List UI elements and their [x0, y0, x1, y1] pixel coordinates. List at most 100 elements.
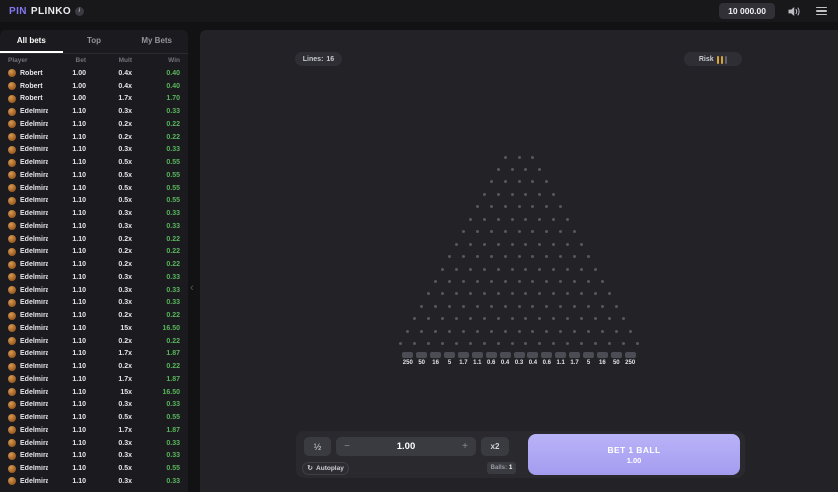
peg: [531, 205, 534, 208]
peg: [518, 255, 521, 258]
menu-icon[interactable]: [814, 5, 829, 18]
tab-top[interactable]: Top: [63, 30, 126, 53]
bucket: [500, 352, 511, 358]
player-avatar: [8, 248, 16, 256]
peg: [552, 317, 555, 320]
col-bet: Bet: [48, 57, 86, 64]
peg: [497, 243, 500, 246]
tab-all-bets[interactable]: All bets: [0, 30, 63, 53]
peg: [518, 305, 521, 308]
peg: [545, 205, 548, 208]
peg: [524, 193, 527, 196]
peg: [441, 342, 444, 345]
bet-amount-input[interactable]: 1.00: [358, 441, 454, 452]
player-avatar: [8, 452, 16, 460]
bet-row: Edelmira1.100.3x0.33: [0, 207, 188, 220]
peg: [608, 342, 611, 345]
peg: [483, 317, 486, 320]
peg: [497, 268, 500, 271]
bet-value: 1.10: [48, 312, 86, 319]
player-name: Edelmira: [20, 299, 48, 306]
peg: [573, 255, 576, 258]
player-avatar: [8, 146, 16, 154]
decrease-bet-button[interactable]: −: [336, 441, 358, 452]
double-bet-button[interactable]: x2: [481, 437, 509, 456]
peg: [455, 243, 458, 246]
bet-value: 1.10: [48, 210, 86, 217]
peg: [504, 255, 507, 258]
player-name: Robert: [20, 95, 43, 102]
bucket: [472, 352, 483, 358]
multiplier-value: 0.5x: [86, 159, 132, 166]
balance: 10 000.00: [719, 3, 775, 19]
bet-row: Edelmira1.100.3x0.33: [0, 437, 188, 450]
peg: [552, 243, 555, 246]
peg: [559, 280, 562, 283]
peg: [448, 255, 451, 258]
player-name: Edelmira: [20, 210, 48, 217]
player-name: Robert: [20, 83, 43, 90]
bet-row: Edelmira1.100.2x0.22: [0, 246, 188, 259]
player-name: Edelmira: [20, 197, 48, 204]
player-name: Edelmira: [20, 248, 48, 255]
bet-button[interactable]: BET 1 BALL 1.00: [528, 434, 740, 475]
multiplier-value: 0.2x: [86, 134, 132, 141]
peg: [636, 342, 639, 345]
win-value: 0.22: [132, 236, 180, 243]
half-bet-button[interactable]: ½: [304, 437, 331, 456]
autoplay-button[interactable]: Autoplay: [302, 462, 349, 475]
bet-row: Robert1.001.7x1.70: [0, 93, 188, 106]
peg: [497, 292, 500, 295]
peg: [594, 342, 597, 345]
bets-tabs: All betsTopMy Bets: [0, 30, 188, 54]
balls-badge[interactable]: Balls: 1: [487, 462, 516, 474]
peg: [524, 317, 527, 320]
peg: [462, 230, 465, 233]
peg: [497, 193, 500, 196]
sound-icon[interactable]: [788, 6, 801, 17]
increase-bet-button[interactable]: +: [454, 441, 476, 452]
tab-my-bets[interactable]: My Bets: [125, 30, 188, 53]
peg: [462, 330, 465, 333]
win-value: 0.22: [132, 134, 180, 141]
bet-value: 1.10: [48, 452, 86, 459]
peg: [490, 330, 493, 333]
peg: [573, 330, 576, 333]
peg: [538, 218, 541, 221]
peg: [524, 268, 527, 271]
peg: [455, 268, 458, 271]
multiplier-value: 0.5x: [86, 185, 132, 192]
balls-label: Balls:: [491, 465, 507, 471]
bucket: [597, 352, 608, 358]
peg: [559, 230, 562, 233]
peg: [573, 230, 576, 233]
bet-value: 1.10: [48, 159, 86, 166]
bucket: [416, 352, 427, 358]
peg: [601, 280, 604, 283]
bet-row: Edelmira1.100.3x0.33: [0, 271, 188, 284]
peg: [497, 317, 500, 320]
bet-row: Edelmira1.101.7x1.87: [0, 373, 188, 386]
bucket: [569, 352, 580, 358]
peg: [573, 305, 576, 308]
peg: [538, 317, 541, 320]
peg: [580, 292, 583, 295]
peg: [462, 255, 465, 258]
peg: [413, 342, 416, 345]
peg: [545, 330, 548, 333]
player-name: Edelmira: [20, 363, 48, 370]
multiplier-value: 0.2x: [86, 248, 132, 255]
win-value: 1.87: [132, 350, 180, 357]
bet-row: Edelmira1.100.5x0.55: [0, 156, 188, 169]
peg: [434, 305, 437, 308]
multiplier-value: 0.3x: [86, 146, 132, 153]
bet-value: 1.10: [48, 389, 86, 396]
bet-value: 1.10: [48, 299, 86, 306]
collapse-sidebar-icon[interactable]: ‹: [190, 282, 194, 294]
player-name: Edelmira: [20, 427, 48, 434]
win-value: 0.40: [132, 70, 180, 77]
peg: [476, 205, 479, 208]
info-icon[interactable]: i: [75, 7, 84, 16]
peg: [511, 268, 514, 271]
win-value: 16.50: [132, 325, 180, 332]
